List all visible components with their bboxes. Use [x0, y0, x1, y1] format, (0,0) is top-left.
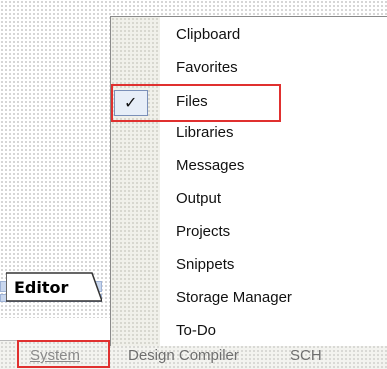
menu-item-output[interactable]: Output: [111, 183, 387, 216]
files-highlight-box: [111, 84, 281, 122]
menu-item-label: Clipboard: [176, 26, 241, 43]
system-popup-menu: Clipboard Favorites ✓ Files Libraries Me…: [110, 16, 387, 346]
editor-tab[interactable]: Editor: [6, 272, 102, 302]
menu-item-favorites[interactable]: Favorites: [111, 52, 387, 85]
editor-tab-label: Editor: [14, 278, 69, 297]
menu-item-messages[interactable]: Messages: [111, 150, 387, 183]
system-highlight-box: [17, 340, 110, 368]
menu-item-label: Storage Manager: [176, 289, 292, 306]
panel-button-sch[interactable]: SCH: [290, 347, 322, 365]
menu-item-label: Favorites: [176, 59, 238, 76]
menu-item-label: To-Do: [176, 322, 217, 339]
panel-button-design-compiler[interactable]: Design Compiler: [128, 347, 239, 365]
menu-item-label: Output: [176, 190, 222, 207]
menu-item-projects[interactable]: Projects: [111, 216, 387, 249]
menu-item-label: Messages: [176, 157, 245, 174]
menu-item-label: Projects: [176, 223, 231, 240]
menu-item-snippets[interactable]: Snippets: [111, 249, 387, 282]
menu-item-label: Snippets: [176, 256, 235, 273]
menu-item-label: Libraries: [176, 124, 234, 141]
menu-item-storage-manager[interactable]: Storage Manager: [111, 282, 387, 315]
menu-item-to-do[interactable]: To-Do: [111, 315, 387, 348]
menu-item-clipboard[interactable]: Clipboard: [111, 19, 387, 52]
